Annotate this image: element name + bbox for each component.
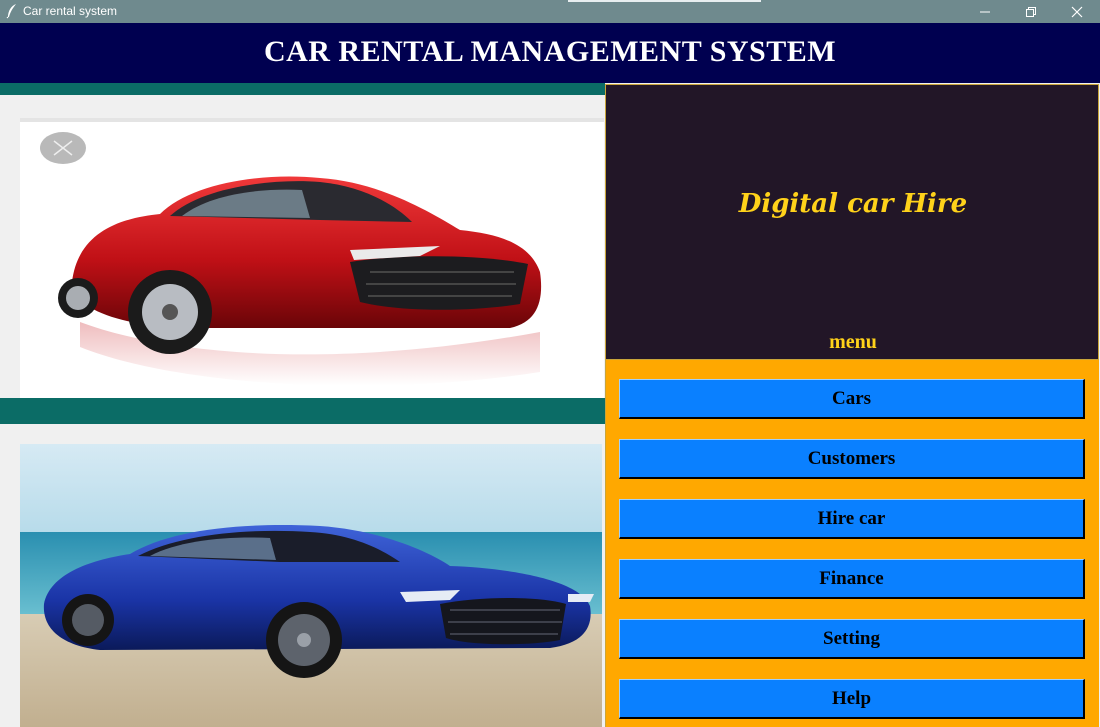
close-button[interactable] xyxy=(1054,0,1100,23)
finance-button[interactable]: Finance xyxy=(619,559,1085,599)
image-close-icon xyxy=(40,132,86,164)
help-button[interactable]: Help xyxy=(619,679,1085,719)
restore-button[interactable] xyxy=(1008,0,1054,23)
cars-button[interactable]: Cars xyxy=(619,379,1085,419)
blue-car-image xyxy=(20,444,602,727)
slogan-text: Digital car Hire xyxy=(738,189,968,219)
red-car-image xyxy=(20,118,604,398)
teal-divider-middle xyxy=(0,398,605,424)
slogan-panel: Digital car Hire menu xyxy=(605,84,1099,360)
window-title: Car rental system xyxy=(23,4,118,18)
close-icon xyxy=(1071,6,1083,17)
app-header: CAR RENTAL MANAGEMENT SYSTEM xyxy=(0,23,1100,83)
customers-button[interactable]: Customers xyxy=(619,439,1085,479)
setting-button[interactable]: Setting xyxy=(619,619,1085,659)
teal-divider-top xyxy=(0,83,605,95)
minimize-icon xyxy=(980,11,990,12)
restore-icon xyxy=(1026,6,1036,17)
window-titlebar: Car rental system xyxy=(0,0,1100,23)
menu-label: menu xyxy=(829,331,877,353)
page-title: CAR RENTAL MANAGEMENT SYSTEM xyxy=(263,35,837,68)
hire-car-button[interactable]: Hire car xyxy=(619,499,1085,539)
title-highlight xyxy=(568,0,761,2)
menu-panel: Cars Customers Hire car Finance Setting … xyxy=(605,360,1099,727)
feather-icon xyxy=(5,3,19,19)
minimize-button[interactable] xyxy=(962,0,1008,23)
